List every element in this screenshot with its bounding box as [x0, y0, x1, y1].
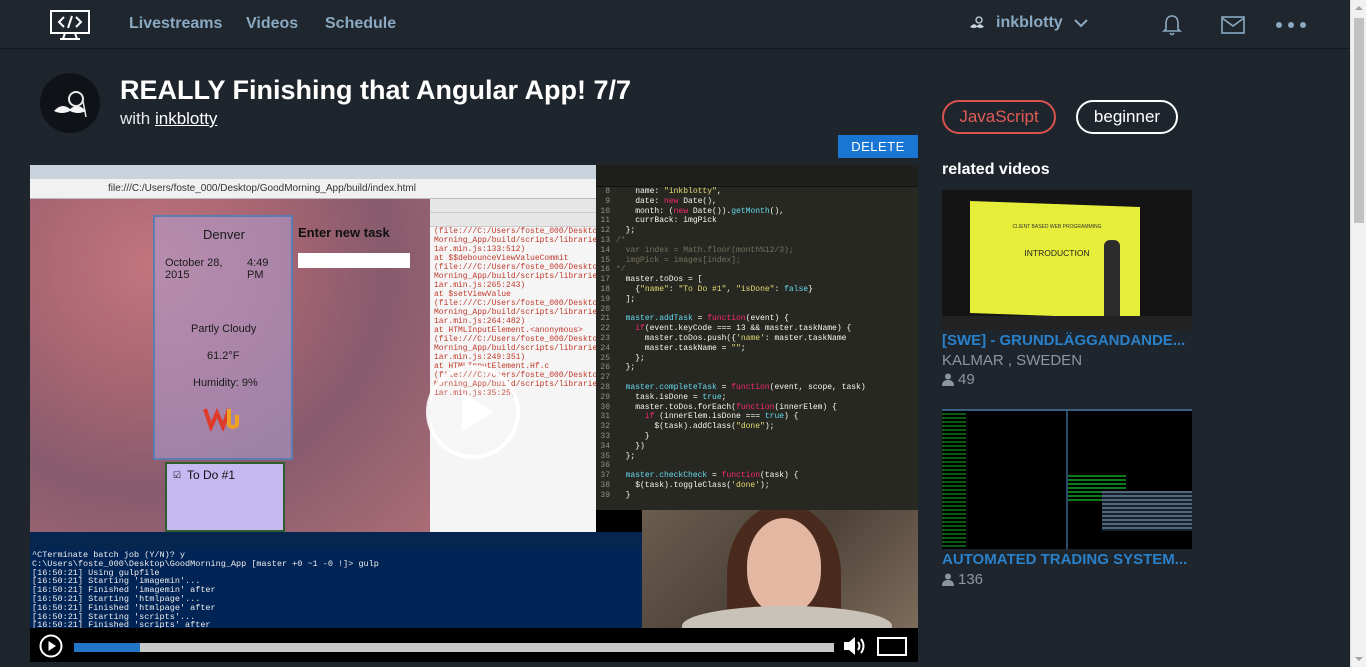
- scroll-thumb[interactable]: [1354, 18, 1364, 223]
- todo-item: To Do #1: [187, 468, 236, 482]
- todo-card: ☑ To Do #1: [165, 462, 285, 532]
- weather-time: 4:49 PM: [247, 257, 269, 281]
- user-icon: [942, 373, 954, 386]
- enter-task-label: Enter new task: [298, 225, 390, 240]
- page-scrollbar[interactable]: [1350, 0, 1366, 667]
- mustache-monocle-icon: [54, 91, 87, 118]
- nav-videos[interactable]: Videos: [246, 15, 298, 33]
- user-menu[interactable]: inkblotty: [968, 14, 1089, 32]
- scroll-down-icon[interactable]: [1355, 655, 1363, 663]
- weather-condition: Partly Cloudy: [191, 323, 257, 335]
- thumb-subtitle: CLIENT BASED WEB PROGRAMMING: [1012, 224, 1102, 230]
- progress-fill: [74, 643, 141, 652]
- browser-urlbar: file:///C:/Users/foste_000/Desktop/GoodM…: [30, 179, 596, 199]
- related-videos-heading: related videos: [942, 161, 1050, 178]
- checkbox-icon: ☑: [173, 470, 182, 480]
- user-icon: [942, 573, 954, 586]
- video-frame-browser: file:///C:/Users/foste_000/Desktop/GoodM…: [30, 165, 596, 532]
- weather-logo-icon: [203, 407, 239, 431]
- player-controls: [30, 628, 918, 662]
- tag-javascript[interactable]: JavaScript: [942, 100, 1056, 134]
- with-label: with: [120, 109, 151, 128]
- related-video-thumbnail[interactable]: [942, 409, 1192, 549]
- code-monitor-logo-icon[interactable]: [50, 10, 90, 40]
- related-video-title[interactable]: AUTOMATED TRADING SYSTEM...: [942, 551, 1187, 568]
- weather-date: October 28, 2015: [165, 257, 223, 281]
- weather-card: Denver October 28, 2015 4:49 PM Partly C…: [153, 215, 293, 460]
- code-editor: 8 name: "inkblotty", 9 date: new Date(),…: [596, 165, 918, 510]
- video-player[interactable]: file:///C:/Users/foste_000/Desktop/GoodM…: [30, 165, 918, 662]
- big-play-button[interactable]: [426, 365, 520, 459]
- webcam-overlay: [642, 510, 918, 628]
- browser-url: file:///C:/Users/foste_000/Desktop/GoodM…: [108, 183, 416, 194]
- weather-humidity: Humidity: 9%: [193, 377, 258, 389]
- devtools-pane: (file:///C:/Users/foste_000/Desktop Morni…: [430, 199, 596, 532]
- nav-schedule[interactable]: Schedule: [325, 15, 396, 33]
- nav-livestreams[interactable]: Livestreams: [129, 15, 222, 33]
- view-count: 136: [958, 571, 984, 588]
- view-count: 49: [958, 371, 975, 388]
- weather-city: Denver: [203, 227, 245, 242]
- host-avatar[interactable]: [40, 73, 100, 133]
- volume-icon[interactable]: [842, 635, 868, 657]
- delete-button[interactable]: DELETE: [838, 135, 918, 158]
- page-title: REALLY Finishing that Angular App! 7/7: [120, 75, 632, 105]
- thumb-heading: INTRODUCTION: [1024, 248, 1090, 258]
- byline: with inkblotty: [120, 109, 217, 129]
- play-icon[interactable]: [39, 634, 63, 658]
- username: inkblotty: [996, 14, 1063, 31]
- bell-icon[interactable]: [1160, 13, 1184, 37]
- related-video-location: KALMAR , SWEDEN: [942, 352, 1083, 369]
- enter-task-input: [298, 253, 410, 268]
- scroll-up-icon[interactable]: [1355, 4, 1363, 12]
- fullscreen-button[interactable]: [877, 637, 907, 656]
- chevron-down-icon: [1073, 19, 1088, 28]
- mustache-avatar-icon: [970, 16, 984, 28]
- progress-bar[interactable]: [74, 643, 834, 652]
- top-nav: Livestreams Videos Schedule inkblotty: [0, 0, 1350, 49]
- related-video-views: 49: [942, 371, 975, 388]
- mail-icon[interactable]: [1220, 13, 1246, 37]
- host-link[interactable]: inkblotty: [155, 109, 217, 128]
- play-icon: [462, 393, 494, 431]
- related-video-thumbnail[interactable]: CLIENT BASED WEB PROGRAMMING INTRODUCTIO…: [942, 190, 1192, 330]
- related-video-title[interactable]: [SWE] - GRUNDLÄGGANDANDE...: [942, 332, 1185, 349]
- related-video-views: 136: [942, 571, 983, 588]
- tag-beginner[interactable]: beginner: [1076, 100, 1178, 134]
- more-dots-icon[interactable]: [1274, 13, 1308, 37]
- weather-temp: 61.2°F: [207, 350, 240, 362]
- browser-tabs: [30, 165, 596, 179]
